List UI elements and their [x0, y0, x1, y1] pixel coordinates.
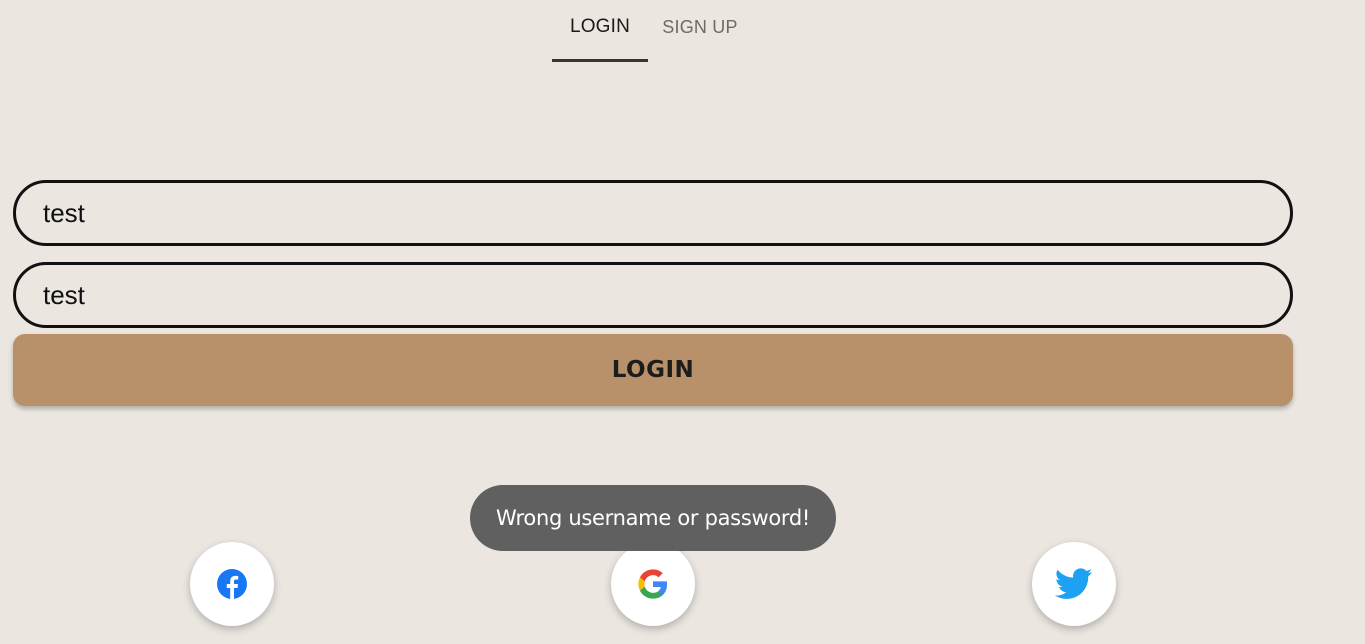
facebook-icon — [217, 569, 247, 599]
login-button[interactable]: LOGIN — [13, 334, 1293, 406]
tab-login[interactable]: LOGIN — [552, 0, 648, 62]
toast-message: Wrong username or password! — [496, 506, 810, 530]
facebook-login-button[interactable] — [190, 542, 274, 626]
auth-tabs: LOGIN SIGN UP — [552, 0, 752, 62]
google-login-button[interactable] — [611, 542, 695, 626]
google-icon — [638, 569, 668, 599]
error-toast: Wrong username or password! — [470, 485, 836, 551]
password-field[interactable] — [13, 262, 1293, 328]
twitter-icon — [1055, 568, 1093, 599]
username-field[interactable] — [13, 180, 1293, 246]
login-page: LOGIN SIGN UP LOGIN Wrong username or pa… — [0, 0, 1365, 644]
twitter-login-button[interactable] — [1032, 542, 1116, 626]
tab-signup[interactable]: SIGN UP — [648, 0, 752, 60]
